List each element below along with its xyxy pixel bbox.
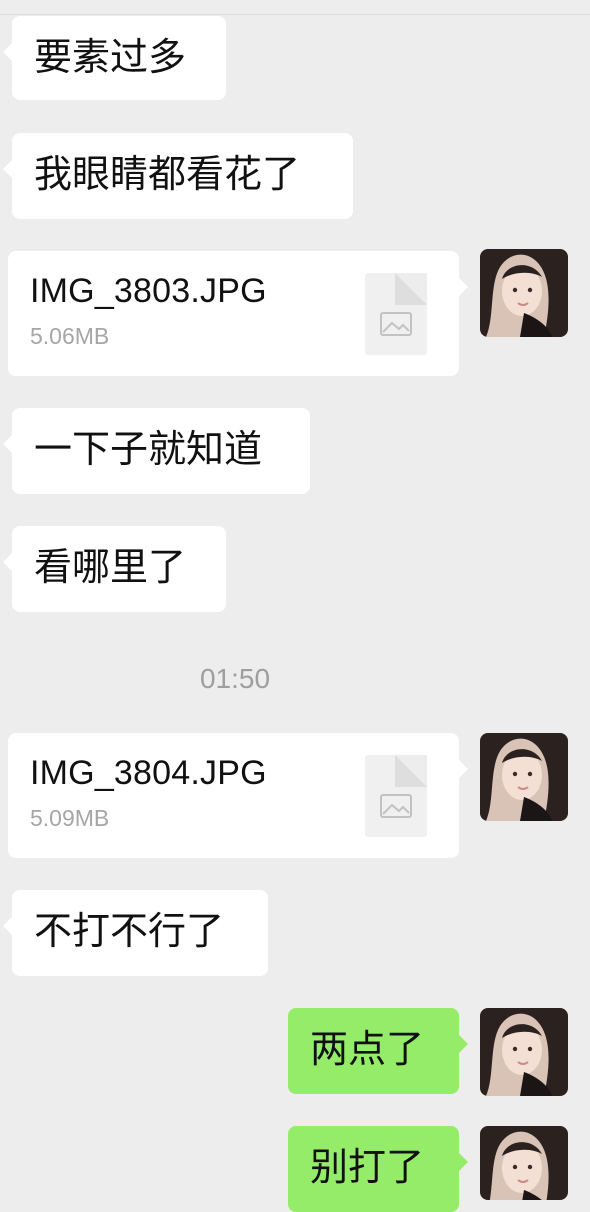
- user-avatar[interactable]: [480, 1008, 568, 1096]
- user-avatar[interactable]: [480, 1126, 568, 1200]
- user-avatar[interactable]: [480, 733, 568, 821]
- message-text: 不打不行了: [34, 909, 225, 953]
- user-avatar[interactable]: [480, 249, 568, 337]
- file-name: IMG_3803.JPG: [30, 272, 267, 310]
- top-divider: [0, 14, 590, 15]
- message-bubble-incoming[interactable]: 看哪里了: [3, 526, 226, 612]
- image-file-icon: [365, 273, 427, 355]
- message-text: 两点了: [310, 1027, 425, 1071]
- message-text: 要素过多: [34, 35, 187, 79]
- message-text: 看哪里了: [34, 545, 187, 589]
- message-bubble-incoming[interactable]: 不打不行了: [3, 890, 268, 976]
- file-name: IMG_3804.JPG: [30, 754, 267, 792]
- image-file-icon: [365, 755, 427, 837]
- message-bubble-outgoing[interactable]: 两点了: [288, 1008, 468, 1094]
- message-text: 我眼睛都看花了: [34, 152, 301, 196]
- message-text: 别打了: [310, 1145, 425, 1189]
- message-bubble-outgoing[interactable]: 别打了: [288, 1126, 468, 1212]
- message-bubble-incoming[interactable]: 一下子就知道: [3, 408, 310, 494]
- file-size: 5.09MB: [30, 805, 110, 831]
- timestamp: 01:50: [199, 663, 271, 694]
- file-size: 5.06MB: [30, 323, 110, 349]
- message-bubble-incoming[interactable]: 我眼睛都看花了: [3, 133, 353, 219]
- message-text: 一下子就知道: [34, 427, 263, 471]
- file-message-card[interactable]: IMG_3803.JPG 5.06MB: [8, 251, 468, 376]
- file-message-card[interactable]: IMG_3804.JPG 5.09MB: [8, 733, 468, 858]
- message-bubble-incoming[interactable]: 要素过多: [3, 16, 226, 100]
